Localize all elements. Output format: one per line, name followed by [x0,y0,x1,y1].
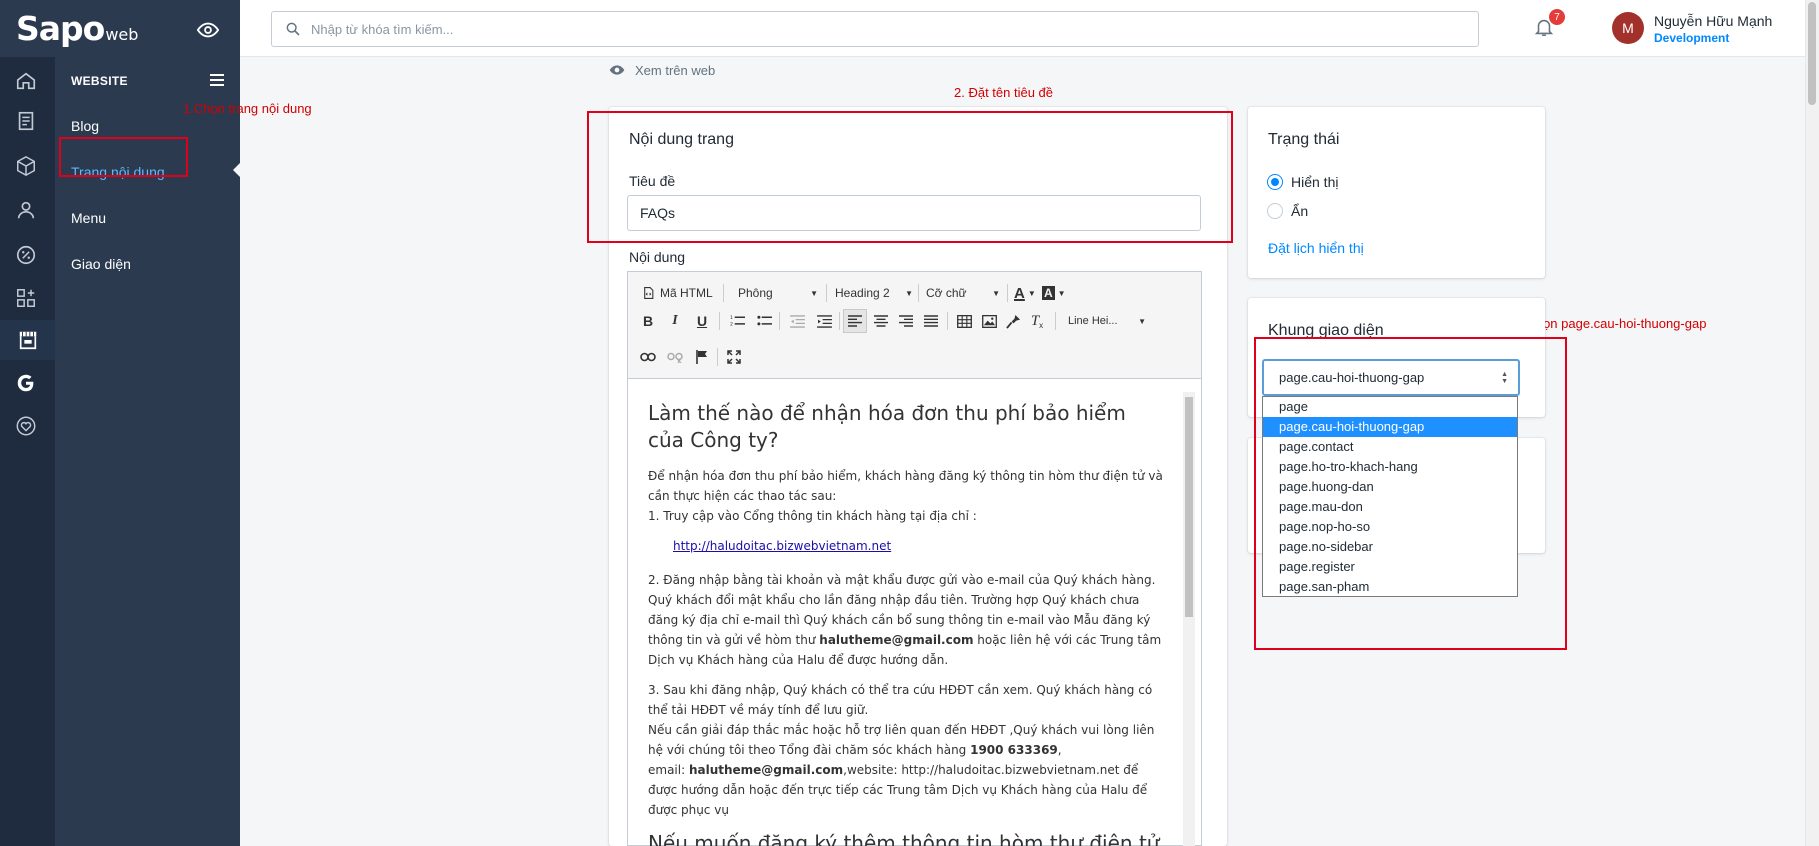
content-heading: Làm thế nào để nhận hóa đơn thu phí bảo … [648,401,1126,452]
status-show-label: Hiển thị [1291,174,1339,190]
editor-content[interactable]: Làm thế nào để nhận hóa đơn thu phí bảo … [628,380,1183,846]
font-family-dropdown[interactable]: Phông ▼ [738,281,818,305]
dropdown-caret-icon: ▼ [1138,316,1146,326]
editor-scrollbar-thumb[interactable] [1185,397,1193,617]
status-hide-label: Ẩn [1291,203,1309,219]
discount-icon[interactable] [13,242,39,268]
content-label: Nội dung [629,249,686,265]
sapo-logo[interactable]: Sapoweb [16,9,138,48]
avatar[interactable]: M [1612,12,1644,44]
rich-text-editor: Mã HTML Phông ▼ Heading 2 ▼ Cỡ chữ ▼ A ▼ A ▼ … [627,271,1202,846]
menu-toggle-icon[interactable] [210,74,224,89]
subnav-item-menu[interactable]: Menu [71,210,106,226]
outdent-icon[interactable] [785,309,809,333]
products-icon[interactable] [13,153,39,179]
image-icon[interactable] [977,309,1001,333]
text-color-button[interactable]: A ▼ [1014,281,1036,305]
search-icon [286,22,300,36]
dropdown-caret-icon: ▼ [905,288,913,298]
heading-dropdown[interactable]: Heading 2 ▼ [835,281,913,305]
customers-icon[interactable] [13,197,39,223]
apps-icon[interactable] [13,285,39,311]
align-left-icon[interactable] [843,309,867,333]
annotation-step1: 1.Chọn trang nội dung [183,101,312,116]
code-file-icon [644,287,654,299]
content-paragraph: 3. Sau khi đăng nhập, Quý khách có thể t… [648,683,1155,817]
top-header: 7 M Nguyễn Hữu Mạnh Development [240,0,1819,57]
format-painter-icon[interactable] [1001,309,1025,333]
store-icon[interactable] [0,320,55,360]
status-show-radio[interactable] [1267,174,1283,190]
content-paragraph: Để nhận hóa đơn thu phí bảo hiểm, khách … [648,469,1163,523]
svg-text:1: 1 [730,315,733,321]
font-size-dropdown[interactable]: Cỡ chữ ▼ [926,281,1000,305]
italic-button[interactable]: I [663,309,687,333]
annotation-step2: 2. Đặt tên tiêu đề [954,85,1054,100]
heart-icon[interactable] [13,413,39,439]
svg-text:2: 2 [730,322,733,328]
link-icon[interactable] [636,345,660,369]
eye-icon[interactable] [196,19,220,41]
portal-link[interactable]: http://haludoitac.bizwebvietnam.net [673,539,891,553]
eye-icon [609,65,625,75]
search-box [271,11,1479,47]
active-nav-caret [233,163,240,177]
content-link-paragraph: http://haludoitac.bizwebvietnam.net [648,536,1163,556]
page-scrollbar-thumb[interactable] [1808,2,1816,105]
highlight-step2 [587,111,1233,243]
dropdown-caret-icon: ▼ [1057,288,1066,298]
content-heading-2: Nếu muốn đăng ký thêm thông tin hòm thư … [648,831,1160,846]
dropdown-caret-icon: ▼ [992,288,1000,298]
schedule-display-link[interactable]: Đặt lịch hiển thị [1268,240,1364,256]
content-paragraph: 2. Đăng nhập bằng tài khoản và mật khẩu … [648,573,1162,667]
editor-toolbar: Mã HTML Phông ▼ Heading 2 ▼ Cỡ chữ ▼ A ▼ A ▼ … [628,272,1201,379]
home-icon[interactable] [13,68,39,94]
bold-button[interactable]: B [636,309,660,333]
table-icon[interactable] [952,309,976,333]
highlight-step3 [1254,337,1567,650]
notification-badge: 7 [1549,9,1565,25]
dropdown-caret-icon: ▼ [810,288,818,298]
user-name[interactable]: Nguyễn Hữu Mạnh [1654,13,1772,29]
google-icon[interactable] [13,370,39,396]
status-title: Trạng thái [1268,131,1340,148]
align-center-icon[interactable] [869,309,893,333]
indent-icon[interactable] [812,309,836,333]
dropdown-caret-icon: ▼ [1027,288,1036,298]
page-scrollbar[interactable] [1805,0,1819,846]
view-on-web-label: Xem trên web [635,62,716,78]
clear-format-icon[interactable]: Tx [1025,309,1049,333]
fullscreen-icon[interactable] [722,345,746,369]
view-on-web-link[interactable]: Xem trên web [609,62,715,78]
underline-button[interactable]: U [690,309,714,333]
unlink-icon[interactable] [663,345,687,369]
subnav-item-themes[interactable]: Giao diện [71,256,131,272]
align-right-icon[interactable] [894,309,918,333]
html-source-button[interactable]: Mã HTML [642,281,713,305]
user-role: Development [1654,31,1730,45]
line-height-dropdown[interactable]: Line Hei... ▼ [1068,309,1146,333]
status-hide-radio[interactable] [1267,203,1283,219]
orders-icon[interactable] [13,108,39,134]
align-justify-icon[interactable] [919,309,943,333]
anchor-flag-icon[interactable] [690,345,714,369]
ordered-list-icon[interactable]: 12 [725,309,749,333]
highlight-step1 [59,137,188,177]
unordered-list-icon[interactable] [752,309,776,333]
search-input[interactable] [311,21,1411,37]
highlight-color-button[interactable]: A ▼ [1042,281,1066,305]
subnav-title: WEBSITE [71,74,128,88]
subnav-item-blog[interactable]: Blog [71,118,99,134]
